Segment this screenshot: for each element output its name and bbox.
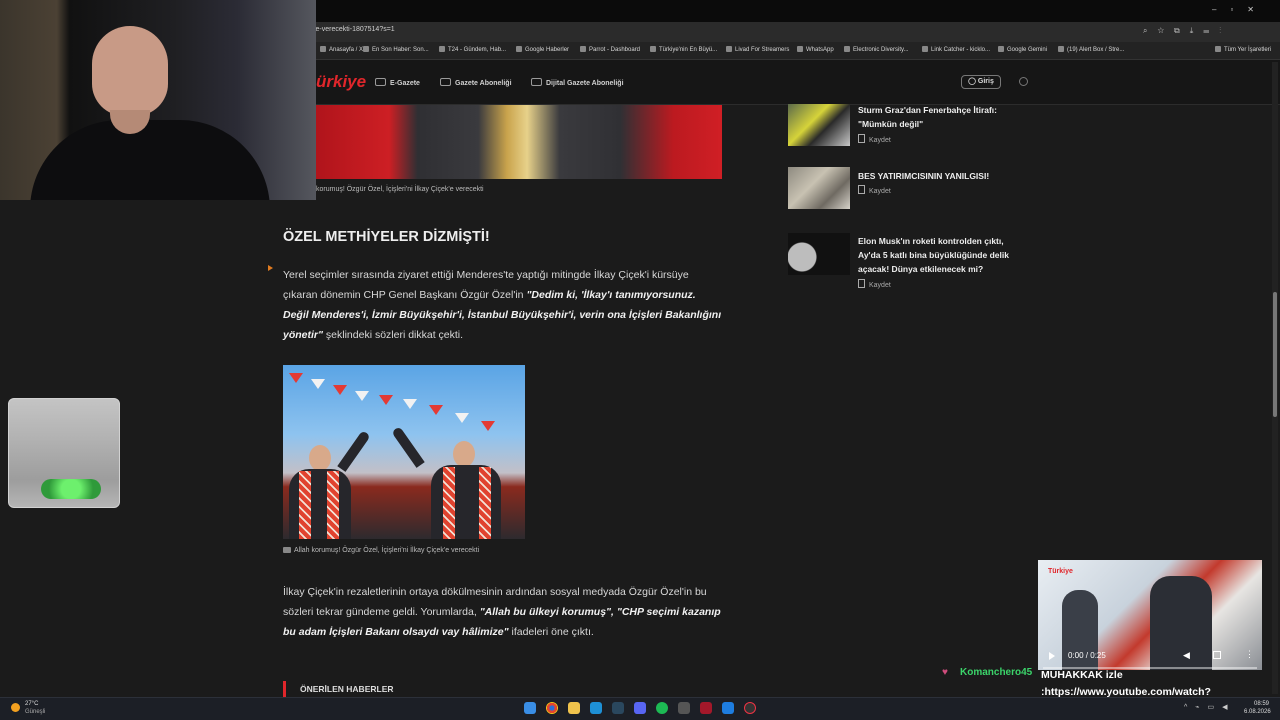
webcam-overlay xyxy=(0,0,316,200)
file-explorer-icon[interactable] xyxy=(568,702,580,714)
heart-icon: ♥ xyxy=(942,667,948,678)
bookmark-item[interactable]: Anasayfa / X xyxy=(320,46,363,53)
bookmark-item[interactable]: T24 - Gündem, Hab... xyxy=(439,46,506,53)
more-icon[interactable]: ⋮ xyxy=(1245,649,1254,660)
bookmark-item[interactable]: Türkiye'nin En Büyü... xyxy=(650,46,717,53)
photo-caption: Allah korumuş! Özgür Özel, İçişleri'ni İ… xyxy=(283,547,479,554)
hero-caption: korumuş! Özgür Özel, İçişleri'ni İlkay Ç… xyxy=(316,186,484,193)
news-thumbnail[interactable] xyxy=(788,233,850,275)
address-url[interactable]: ke-verecekti-1807514?s=1 xyxy=(312,26,395,33)
news-thumbnail[interactable] xyxy=(788,167,850,209)
recommended-heading: ÖNERİLEN HABERLER xyxy=(300,684,394,694)
window-controls: –▫✕ xyxy=(1212,5,1268,14)
volume-icon[interactable]: ◀ xyxy=(1183,650,1190,661)
search-icon[interactable] xyxy=(1019,77,1028,86)
app-icon[interactable] xyxy=(722,702,734,714)
user-icon: ◯ xyxy=(968,78,978,85)
all-bookmarks-button[interactable]: Tüm Yer İşaretleri xyxy=(1215,46,1271,53)
news-title[interactable]: Elon Musk'ın roketi kontrolden çıktı, Ay… xyxy=(858,234,1028,276)
weather-desc: Güneşli xyxy=(25,709,46,715)
hero-image xyxy=(316,105,722,179)
bookmark-item[interactable]: Google Gemini xyxy=(998,46,1047,53)
nav-dijital-abonelik[interactable]: Dijital Gazete Aboneliği xyxy=(531,78,624,87)
chat-username: Komanchero45 xyxy=(960,667,1033,678)
app-icon[interactable] xyxy=(590,702,602,714)
obs-icon[interactable] xyxy=(744,702,756,714)
app-icon[interactable] xyxy=(700,702,712,714)
news-title[interactable]: BES YATIRIMCISININ YANILGISI! xyxy=(858,169,1028,183)
video-logo: Türkiye xyxy=(1048,568,1073,575)
news-thumbnail[interactable] xyxy=(788,104,850,146)
spotify-icon[interactable] xyxy=(656,702,668,714)
newspaper-icon xyxy=(375,78,386,86)
save-button[interactable]: Kaydet xyxy=(858,134,891,144)
nav-e-gazete[interactable]: E-Gazete xyxy=(375,78,420,87)
chrome-icon[interactable] xyxy=(546,702,558,714)
news-title[interactable]: Sturm Graz'dan Fenerbahçe İtirafı: "Mümk… xyxy=(858,103,1028,131)
video-time: 0:00 / 0:25 xyxy=(1068,651,1106,660)
bookmark-item[interactable]: En Son Haber: Son... xyxy=(363,46,429,53)
bookmark-item[interactable]: (19) Alert Box / Stre... xyxy=(1058,46,1124,53)
tray-icons[interactable]: ^⌁▭◀ xyxy=(1184,703,1236,711)
discord-icon[interactable] xyxy=(634,702,646,714)
site-logo[interactable]: ürkiye xyxy=(316,72,366,92)
bookmark-item[interactable]: Parrot - Dashboard xyxy=(580,46,640,53)
bookmark-item[interactable]: Link Catcher - kicklo... xyxy=(922,46,990,53)
save-button[interactable]: Kaydet xyxy=(858,185,891,195)
toolbar-icons: ⌕☆⧉⤓☰⋮ xyxy=(1143,26,1232,35)
scrollbar-thumb[interactable] xyxy=(1273,292,1277,417)
fullscreen-icon[interactable] xyxy=(1213,651,1221,659)
camera-icon xyxy=(283,547,291,553)
section-heading: ÖZEL METHİYELER DİZMİŞTİ! xyxy=(283,229,490,245)
play-icon[interactable] xyxy=(1049,652,1055,660)
weather-icon xyxy=(11,703,20,712)
clock-time[interactable]: 08:59 xyxy=(1254,701,1269,707)
weather-temp: 27°C xyxy=(25,701,39,707)
start-icon[interactable] xyxy=(524,702,536,714)
calculator-icon[interactable] xyxy=(678,702,690,714)
newspaper-icon xyxy=(440,78,451,86)
login-button[interactable]: ◯ Giriş xyxy=(961,75,1001,89)
newspaper-icon xyxy=(531,78,542,86)
paragraph-marker-icon xyxy=(268,265,273,271)
article-paragraph: İlkay Çiçek'in rezaletlerinin ortaya dök… xyxy=(283,586,721,638)
steam-icon[interactable] xyxy=(612,702,624,714)
save-button[interactable]: Kaydet xyxy=(858,279,891,289)
bookmark-item[interactable]: Livad For Streamers xyxy=(726,46,789,53)
bookmark-item[interactable]: Electronic Diversity... xyxy=(844,46,909,53)
bookmark-item[interactable]: WhatsApp xyxy=(797,46,834,53)
nav-gazete-aboneligi[interactable]: Gazete Aboneliği xyxy=(440,78,512,87)
tip-jar-overlay xyxy=(8,398,120,508)
bookmark-item[interactable]: Google Haberler xyxy=(516,46,569,53)
clock-date[interactable]: 6.08.2026 xyxy=(1244,709,1271,715)
article-photo xyxy=(283,365,525,539)
article-paragraph: Yerel seçimler sırasında ziyaret ettiği … xyxy=(283,269,722,341)
